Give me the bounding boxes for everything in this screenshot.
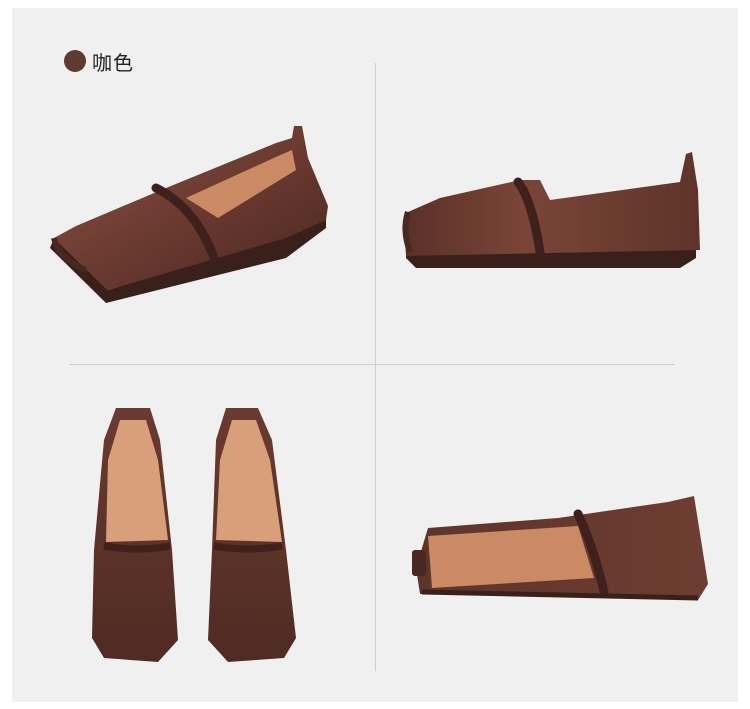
shoe-inside-view xyxy=(412,496,708,601)
color-swatch xyxy=(64,50,86,72)
shoe-three-quarter-view xyxy=(50,126,328,303)
vertical-divider xyxy=(375,63,376,671)
product-image-panel: 咖色 xyxy=(12,8,738,702)
shoe-top-view-pair xyxy=(92,408,296,662)
color-option: 咖色 xyxy=(64,48,134,75)
shoe-side-view xyxy=(402,152,700,268)
horizontal-divider xyxy=(69,364,675,365)
color-label: 咖色 xyxy=(92,50,134,75)
